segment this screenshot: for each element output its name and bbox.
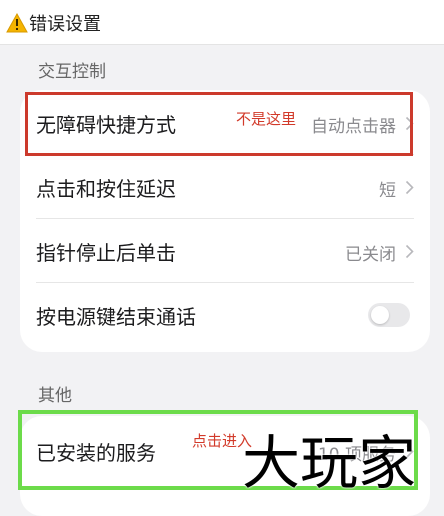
row-value: 短 bbox=[379, 181, 396, 201]
row-label: 点击和按住延迟 bbox=[36, 177, 176, 201]
watermark-logo: 大玩家 bbox=[242, 429, 417, 497]
row-value: 已关闭 bbox=[345, 245, 396, 265]
top-bar: 错误设置 bbox=[0, 0, 444, 45]
chevron-right-icon bbox=[405, 244, 414, 259]
row-tap-hold-delay[interactable]: 点击和按住延迟 短 bbox=[20, 156, 430, 218]
divider bbox=[36, 154, 414, 155]
row-click-after-pointer-stops[interactable]: 指针停止后单击 已关闭 bbox=[20, 220, 430, 282]
divider bbox=[36, 282, 414, 283]
toggle-knob bbox=[371, 306, 389, 324]
section-label-other: 其他 bbox=[38, 386, 72, 406]
page-title: 错误设置 bbox=[29, 14, 101, 35]
annotation-not-here: 不是这里 bbox=[236, 110, 297, 128]
interaction-control-card: 无障碍快捷方式 自动点击器 点击和按住延迟 短 指针停止后单击 已关闭 按电源键… bbox=[20, 90, 430, 352]
power-end-call-toggle[interactable] bbox=[368, 303, 410, 327]
row-value: 自动点击器 bbox=[311, 117, 396, 137]
row-label: 指针停止后单击 bbox=[36, 241, 176, 265]
warning-icon bbox=[6, 13, 28, 33]
row-label: 按电源键结束通话 bbox=[36, 305, 196, 329]
row-label: 无障碍快捷方式 bbox=[36, 113, 176, 137]
chevron-right-icon bbox=[405, 180, 414, 195]
row-label: 已安装的服务 bbox=[36, 441, 156, 465]
row-power-button-ends-call: 按电源键结束通话 bbox=[20, 284, 430, 346]
section-label-interaction: 交互控制 bbox=[38, 62, 106, 82]
divider bbox=[36, 218, 414, 219]
chevron-right-icon bbox=[405, 116, 414, 131]
row-accessibility-shortcut[interactable]: 无障碍快捷方式 自动点击器 bbox=[20, 92, 430, 154]
